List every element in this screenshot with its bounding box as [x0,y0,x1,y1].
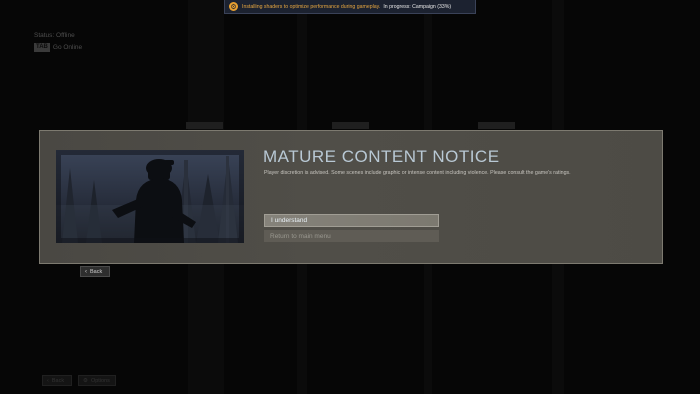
chevron-left-icon: ‹ [47,377,49,384]
bottom-back-label: Back [51,377,65,384]
connection-status: Status: Offline [34,32,75,39]
go-online-label: Go Online [52,44,83,51]
soldier-forest-image [56,150,244,243]
background-tab [332,122,369,129]
shader-progress: In progress: Campaign (33%) [383,3,452,10]
chevron-left-icon: ‹ [85,268,87,275]
i-understand-button[interactable]: I understand [264,214,439,227]
dialog-description: Player discretion is advised. Some scene… [264,170,571,176]
shader-warning-icon: ⚙ [229,2,238,11]
dialog-title: MATURE CONTENT NOTICE [263,147,500,166]
background-tab [478,122,515,129]
options-gear-icon: ⚙ [83,377,88,384]
shader-message: Installing shaders to optimize performan… [242,3,381,10]
go-online-prompt[interactable]: TAB Go Online [34,43,82,52]
game-screen: ⚙ Installing shaders to optimize perform… [0,0,700,394]
back-button-label: Back [90,268,103,275]
background-tab [186,122,223,129]
tab-key-badge: TAB [34,43,50,52]
mature-content-dialog: MATURE CONTENT NOTICE Player discretion … [39,130,663,264]
bottom-options-label: Options [90,377,110,384]
shader-install-banner: ⚙ Installing shaders to optimize perform… [224,0,476,14]
bottom-back-prompt[interactable]: ‹ Back [42,375,72,386]
return-to-main-menu-button[interactable]: Return to main menu [264,230,439,242]
back-button[interactable]: ‹ Back [80,266,110,277]
bottom-options-prompt[interactable]: ⚙ Options [78,375,116,386]
